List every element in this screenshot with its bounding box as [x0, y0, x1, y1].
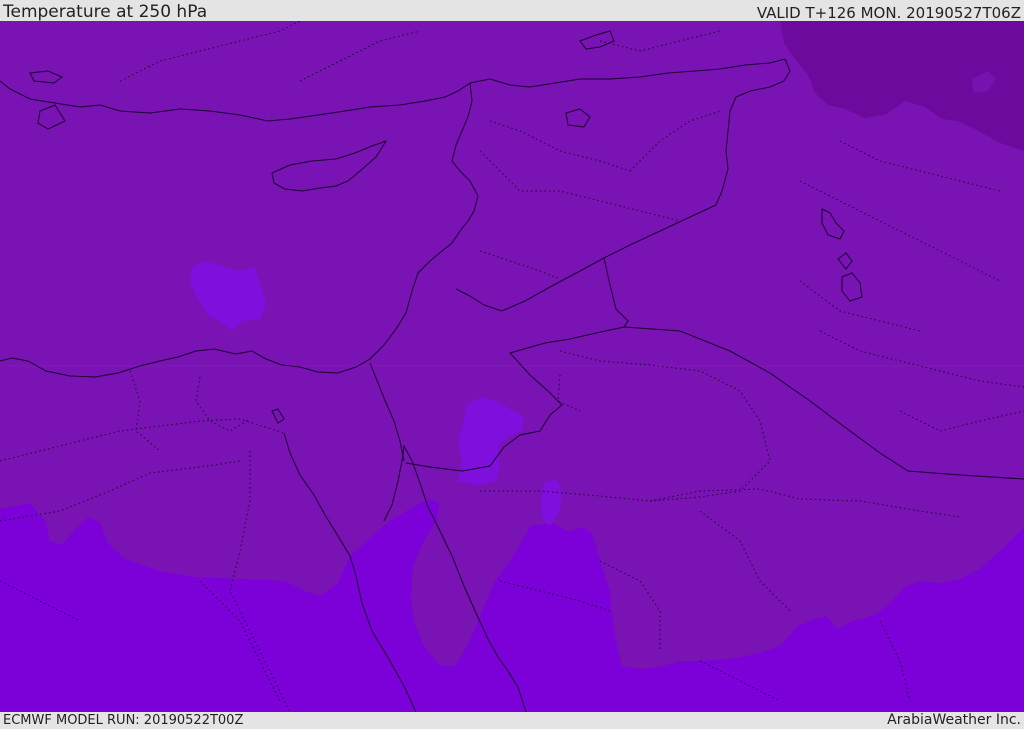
map-title: Temperature at 250 hPa — [3, 2, 208, 22]
credit-label: ArabiaWeather Inc. — [887, 712, 1021, 728]
map-canvas — [0, 21, 1024, 712]
weather-map[interactable] — [0, 21, 1024, 712]
model-run-label: ECMWF MODEL RUN: 20190522T00Z — [3, 713, 244, 728]
valid-time: VALID T+126 MON. 20190527T06Z — [756, 4, 1021, 22]
footer-bar: ECMWF MODEL RUN: 20190522T00Z ArabiaWeat… — [0, 712, 1024, 729]
header-bar: Temperature at 250 hPa VALID T+126 MON. … — [0, 0, 1024, 21]
